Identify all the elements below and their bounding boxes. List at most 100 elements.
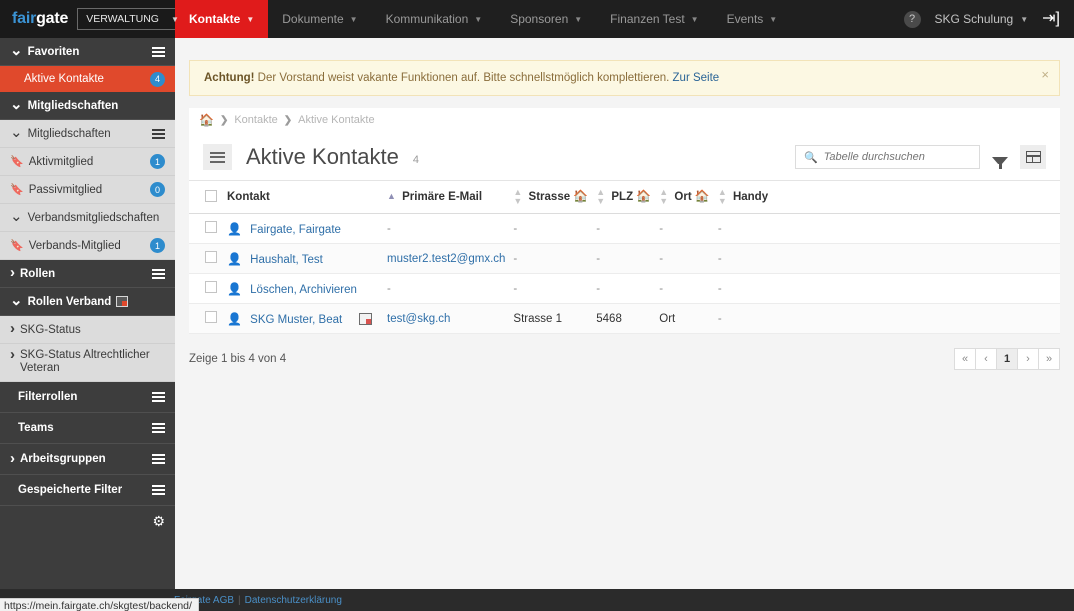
sidebar-item-aktive-kontakte[interactable]: Aktive Kontakte 4 (0, 66, 175, 92)
checkbox-icon[interactable] (205, 251, 217, 263)
sidebar-item-favoriten[interactable]: Favoriten (0, 38, 175, 66)
search-input[interactable] (823, 151, 971, 163)
email-link[interactable]: test@skg.ch (387, 313, 450, 325)
panel-header: Aktive Kontakte 4 🔍 (189, 132, 1060, 180)
logout-icon[interactable]: ⇥] (1042, 11, 1060, 27)
alert-link[interactable]: Zur Seite (673, 72, 720, 84)
row-checkbox-cell (189, 303, 223, 334)
section-menu-icon[interactable] (152, 421, 165, 435)
sidebar-item-label: Verbands-Mitglied (28, 239, 121, 252)
close-icon[interactable]: × (1041, 67, 1049, 82)
section-menu-icon[interactable] (152, 452, 165, 466)
sidebar-item-filterrollen[interactable]: Filterrollen (0, 382, 175, 413)
sidebar-item-teams[interactable]: Teams (0, 413, 175, 444)
cell-ort: Ort (655, 303, 714, 334)
search-box[interactable]: 🔍 (795, 145, 980, 169)
org-selector[interactable]: VERWALTUNG ▼ (77, 8, 186, 30)
org-selector-label: VERWALTUNG (86, 13, 159, 25)
table-grid-icon (1025, 151, 1041, 163)
sidebar-item-skg-status-altrechtlicher-veteran[interactable]: SKG-Status Altrechtlicher Veteran (0, 344, 175, 382)
chevron-down-icon (10, 128, 23, 140)
contact-link[interactable]: Fairgate, Fairgate (250, 224, 341, 236)
row-checkbox-cell (189, 243, 223, 274)
section-menu-icon[interactable] (152, 267, 165, 281)
sidebar-item-label: Teams (18, 422, 54, 434)
row-checkbox-cell (189, 273, 223, 304)
cell-email: test@skg.ch (383, 303, 510, 334)
section-menu-icon[interactable] (152, 45, 165, 59)
column-primaere-email[interactable]: ▲ Primäre E-Mail (383, 180, 510, 214)
email-link[interactable]: muster2.test2@gmx.ch (387, 253, 505, 265)
pagination-page-1[interactable]: 1 (996, 348, 1018, 370)
user-menu[interactable]: SKG Schulung ▼ (935, 12, 1029, 26)
table-row[interactable]: 👤 Fairgate, Fairgate - - - - - (189, 213, 1060, 244)
contact-link[interactable]: Haushalt, Test (250, 254, 323, 266)
column-strasse[interactable]: ▲ ▼ Strasse 🏠 (509, 180, 593, 214)
table-row[interactable]: 👤 Löschen, Archivieren - - - - - (189, 273, 1060, 304)
section-menu-icon[interactable] (152, 127, 165, 141)
sidebar-item-verbandsmitgliedschaften[interactable]: Verbandsmitgliedschaften (0, 204, 175, 232)
cell-handy: - (713, 243, 1060, 274)
cell-handy: - (713, 273, 1060, 304)
main-nav: Kontakte ▼ Dokumente ▼ Kommunikation ▼ S… (175, 0, 904, 38)
filter-button[interactable] (987, 145, 1013, 169)
columns-button[interactable] (1020, 145, 1046, 169)
sidebar-item-gespeicherte-filter[interactable]: Gespeicherte Filter (0, 475, 175, 506)
column-kontakt[interactable]: Kontakt (223, 180, 383, 214)
chevron-down-icon: ▼ (574, 14, 583, 24)
nav-item-finanzen-test[interactable]: Finanzen Test ▼ (596, 0, 712, 38)
sidebar-item-skg-status[interactable]: SKG-Status (0, 316, 175, 344)
sidebar-item-badge: 0 (150, 182, 165, 197)
checkbox-icon[interactable] (205, 221, 217, 233)
sidebar-item-arbeitsgruppen[interactable]: Arbeitsgruppen (0, 444, 175, 475)
footer-link-privacy[interactable]: Datenschutzerklärung (245, 595, 342, 606)
nav-item-kontakte[interactable]: Kontakte ▼ (175, 0, 269, 38)
gear-icon[interactable]: ⚙ (152, 513, 165, 530)
nav-item-events[interactable]: Events ▼ (713, 0, 792, 38)
nav-item-kommunikation[interactable]: Kommunikation ▼ (372, 0, 497, 38)
checkbox-icon[interactable] (205, 281, 217, 293)
nav-item-dokumente[interactable]: Dokumente ▼ (268, 0, 371, 38)
sidebar-item-rollen-verband[interactable]: Rollen Verband (0, 288, 175, 316)
column-label: Ort (674, 191, 692, 204)
table-row[interactable]: 👤 Haushalt, Test muster2.test2@gmx.ch - … (189, 243, 1060, 274)
row-checkbox-cell (189, 213, 223, 244)
breadcrumb: 🏠 ❯ Kontakte ❯ Aktive Kontakte (189, 108, 1060, 132)
sidebar-item-verbands-mitglied[interactable]: 🔖 Verbands-Mitglied 1 (0, 232, 175, 260)
table-row[interactable]: 👤 SKG Muster, Beat test@skg.ch Strasse 1… (189, 303, 1060, 334)
app-logo[interactable]: fairgate (12, 10, 68, 28)
pagination-first[interactable]: « (954, 348, 976, 370)
alert-banner: Achtung! Der Vorstand weist vakante Funk… (189, 60, 1060, 96)
sidebar-item-rollen[interactable]: Rollen (0, 260, 175, 288)
page-title: Aktive Kontakte (246, 144, 399, 169)
help-icon[interactable]: ? (903, 10, 921, 28)
breadcrumb-item-kontakte[interactable]: Kontakte (234, 114, 277, 126)
pagination-last[interactable]: » (1038, 348, 1060, 370)
pagination-next[interactable]: › (1017, 348, 1039, 370)
hamburger-icon[interactable] (203, 144, 232, 170)
breadcrumb-separator: ❯ (283, 114, 293, 126)
section-menu-icon[interactable] (152, 390, 165, 404)
pagination-prev[interactable]: ‹ (975, 348, 997, 370)
membership-card-icon[interactable] (359, 313, 373, 326)
section-menu-icon[interactable] (152, 483, 165, 497)
home-icon[interactable]: 🏠 (199, 113, 214, 127)
chevron-down-icon: ▼ (246, 14, 255, 24)
chevron-down-icon: ▼ (769, 14, 778, 24)
column-handy[interactable]: ▲ ▼ Handy (713, 180, 1060, 214)
breadcrumb-item-aktive-kontakte[interactable]: Aktive Kontakte (298, 114, 374, 126)
contact-link[interactable]: SKG Muster, Beat (250, 314, 342, 326)
checkbox-icon[interactable] (205, 311, 217, 323)
sidebar-item-aktivmitglied[interactable]: 🔖 Aktivmitglied 1 (0, 148, 175, 176)
checkbox-icon[interactable] (205, 189, 217, 202)
sidebar-item-label: Mitgliedschaften (27, 99, 119, 112)
sidebar-item-passivmitglied[interactable]: 🔖 Passivmitglied 0 (0, 176, 175, 204)
sidebar-item-label: SKG-Status Altrechtlicher Veteran (20, 349, 150, 374)
column-plz[interactable]: ▲ ▼ PLZ 🏠 (592, 180, 656, 214)
column-ort[interactable]: ▲ ▼ Ort 🏠 (655, 180, 714, 214)
sidebar-item-mitgliedschaften[interactable]: Mitgliedschaften (0, 120, 175, 148)
nav-item-sponsoren[interactable]: Sponsoren ▼ (496, 0, 596, 38)
page-title-count: 4 (412, 154, 419, 166)
contact-link[interactable]: Löschen, Archivieren (250, 284, 357, 296)
sidebar-item-mitgliedschaften-group[interactable]: Mitgliedschaften (0, 92, 175, 120)
